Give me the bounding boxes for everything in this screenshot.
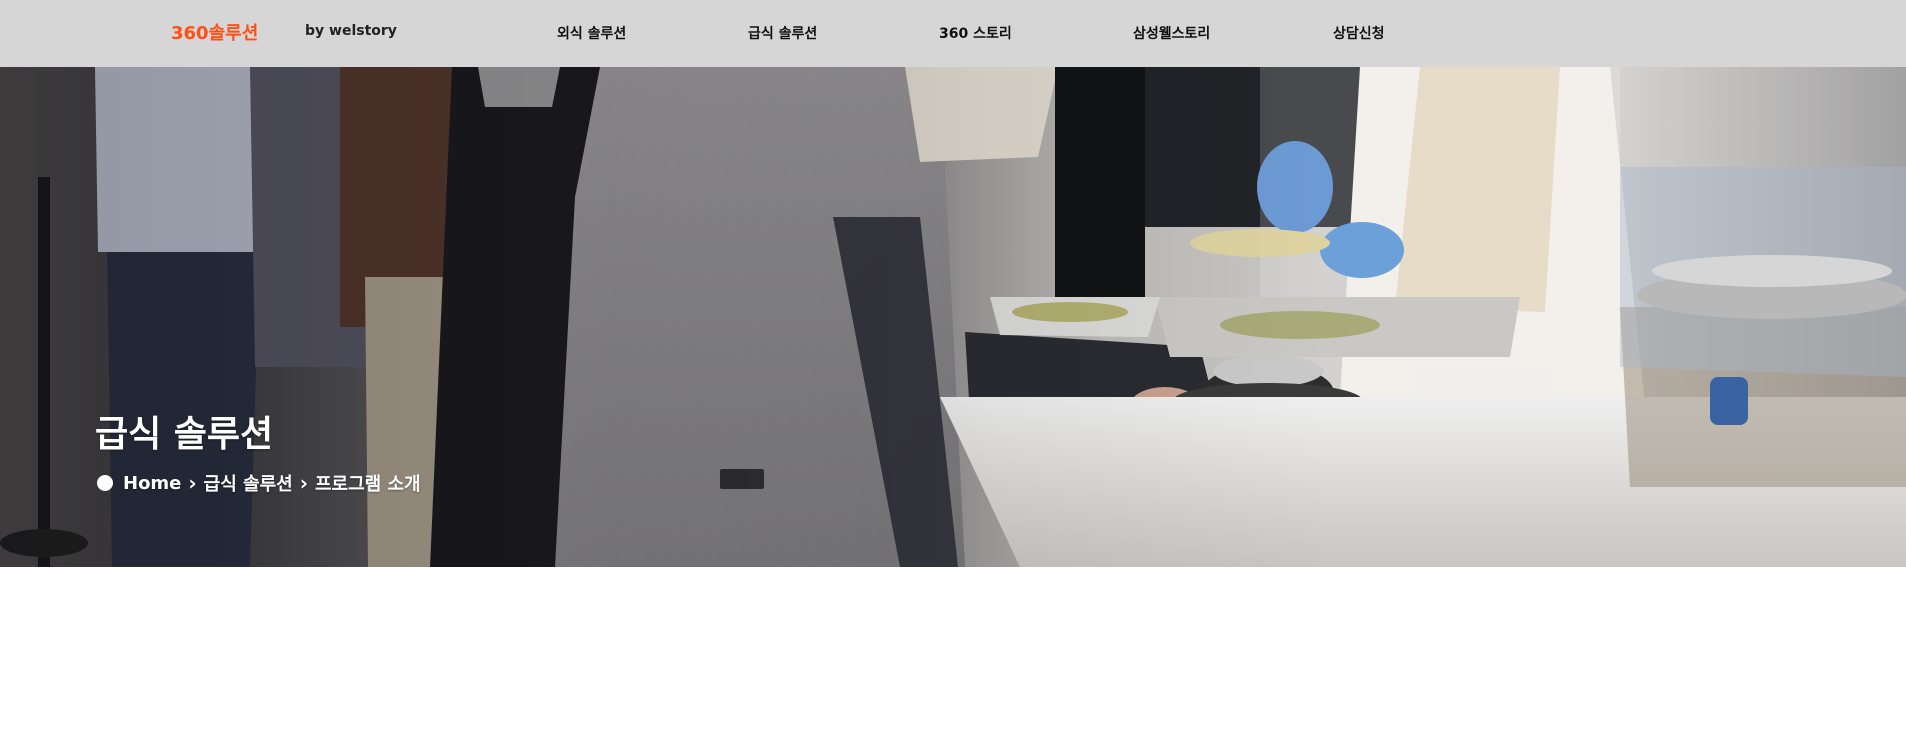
chevron-right-icon: ›	[299, 471, 308, 495]
main-content-area	[0, 567, 1906, 749]
nav-item-samsung-welstory[interactable]: 삼성웰스토리	[1133, 23, 1210, 43]
breadcrumb-home-link[interactable]: Home	[123, 473, 181, 494]
brand-byline: by welstory	[305, 23, 397, 39]
hero-banner: 급식 솔루션 Home › 급식 솔루션 › 프로그램 소개	[0, 67, 1906, 567]
nav-item-catering-solution[interactable]: 급식 솔루션	[748, 23, 817, 43]
breadcrumb-current-page: 프로그램 소개	[314, 474, 421, 495]
nav-item-360-story[interactable]: 360 스토리	[939, 23, 1012, 43]
nav-item-consultation[interactable]: 상담신청	[1333, 23, 1385, 43]
home-icon	[97, 475, 113, 491]
page-title: 급식 솔루션	[95, 414, 274, 455]
brand-logo[interactable]: 360솔루션	[171, 19, 258, 45]
top-navigation-bar: 360솔루션 by welstory 외식 솔루션 급식 솔루션 360 스토리…	[0, 0, 1906, 67]
breadcrumb-catering-solution-link[interactable]: 급식 솔루션	[204, 470, 293, 496]
chevron-right-icon: ›	[188, 471, 197, 495]
nav-item-dining-solution[interactable]: 외식 솔루션	[557, 23, 626, 43]
breadcrumb: Home › 급식 솔루션 › 프로그램 소개	[97, 470, 421, 496]
